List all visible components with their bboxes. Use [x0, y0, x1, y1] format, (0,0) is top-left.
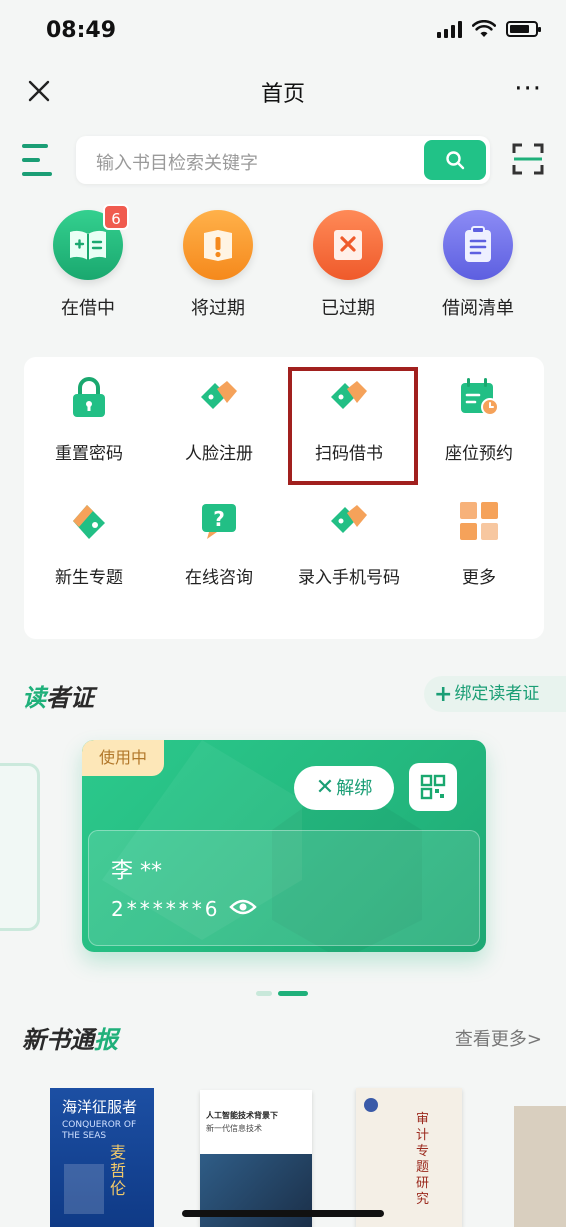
signal-icon	[437, 20, 462, 38]
home-indicator	[182, 1210, 384, 1217]
quick-label: 将过期	[191, 298, 245, 319]
card-info-panel: 李 ** 2******6	[88, 830, 480, 946]
service-enter-phone[interactable]: 录入手机号码	[284, 499, 414, 588]
quick-borrow-list[interactable]: 借阅清单	[428, 210, 528, 320]
close-icon: ✕	[315, 775, 335, 800]
borrow-list-icon	[443, 210, 513, 280]
bookmark-tag-icon	[73, 505, 105, 539]
bind-label: 绑定读者证	[454, 684, 540, 704]
title-accent: 读	[22, 684, 46, 712]
book-subtitle: 新一代信息技术	[206, 1124, 262, 1133]
book-title: 人工智能技术背景下	[206, 1111, 278, 1120]
service-label: 重置密码	[55, 444, 123, 464]
quick-label: 借阅清单	[442, 298, 514, 319]
service-freshman-topic[interactable]: 新生专题	[24, 499, 154, 588]
qr-code-button[interactable]	[409, 763, 457, 811]
highlight-box	[288, 367, 418, 485]
book-cover[interactable]: 审计专题研究	[356, 1088, 462, 1227]
card-status-badge: 使用中	[82, 740, 164, 776]
quick-label: 已过期	[321, 298, 375, 319]
service-more[interactable]: 更多	[414, 499, 544, 588]
publisher-logo	[364, 1098, 378, 1112]
carousel-dot-active[interactable]	[278, 991, 308, 996]
search-placeholder: 输入书目检索关键字	[96, 153, 258, 174]
service-seat-booking[interactable]: 座位预约	[414, 375, 544, 464]
eye-icon[interactable]	[229, 897, 257, 917]
carousel-dot[interactable]	[256, 991, 272, 996]
service-label: 更多	[462, 568, 496, 588]
tag-icon	[331, 505, 367, 533]
service-label: 座位预约	[445, 444, 513, 464]
title-accent: 报	[94, 1026, 118, 1054]
calendar-icon	[461, 378, 499, 416]
service-online-consult[interactable]: ? 在线咨询	[154, 499, 284, 588]
card-holder-name: 李 **	[111, 859, 162, 884]
reader-card-section-title: 读者证	[22, 678, 94, 713]
tag-icon	[201, 381, 237, 409]
service-label: 新生专题	[55, 568, 123, 588]
title-text: 新书通	[22, 1026, 94, 1054]
scan-icon[interactable]	[512, 143, 544, 175]
more-button[interactable]: ···	[514, 74, 542, 104]
service-grid: 重置密码 人脸注册 扫码借书 座位预约 新生专题 ? 在线咨询 录入手机号码 更…	[24, 357, 544, 639]
svg-text:?: ?	[213, 507, 225, 531]
question-icon: ?	[202, 504, 236, 539]
borrowing-badge: 6	[103, 204, 129, 230]
page-title: 首页	[260, 82, 305, 107]
book-subtitle: CONQUEROR OF THE SEAS	[62, 1120, 137, 1141]
view-more-link[interactable]: 查看更多>	[455, 1025, 542, 1051]
qr-code-icon	[420, 774, 446, 800]
previous-card-peek[interactable]	[0, 763, 40, 931]
expiring-icon	[183, 210, 253, 280]
book-author: 麦哲伦	[110, 1143, 127, 1198]
quick-label: 在借中	[61, 298, 115, 319]
quick-expiring[interactable]: 将过期	[168, 210, 268, 320]
service-face-register[interactable]: 人脸注册	[154, 375, 284, 464]
book-cover[interactable]	[514, 1106, 566, 1227]
new-books-section-title: 新书通报	[22, 1020, 118, 1055]
search-button[interactable]	[424, 140, 486, 180]
lock-icon	[73, 377, 105, 417]
unbind-button[interactable]: ✕ 解绑	[294, 766, 394, 810]
status-icons	[437, 20, 541, 38]
quick-expired[interactable]: 已过期	[298, 210, 398, 320]
service-reset-password[interactable]: 重置密码	[24, 375, 154, 464]
book-title: 审计专题研究	[416, 1112, 430, 1207]
bind-reader-card-button[interactable]: + 绑定读者证	[424, 676, 566, 712]
reader-card[interactable]: 使用中 ✕ 解绑 李 ** 2******6	[82, 740, 486, 952]
title-text: 者证	[46, 684, 94, 712]
nav-bar: 首页 ···	[0, 62, 566, 120]
menu-icon[interactable]	[22, 142, 54, 178]
card-number: 2******6	[111, 897, 221, 921]
quick-actions: 6 在借中 将过期 已过期 借阅清单	[0, 204, 566, 330]
borrowing-icon: 6	[53, 204, 129, 280]
battery-icon	[506, 21, 541, 37]
wifi-icon	[472, 20, 496, 37]
service-label: 在线咨询	[185, 568, 253, 588]
status-bar: 08:49	[0, 0, 566, 62]
status-time: 08:49	[46, 18, 117, 43]
cover-art	[64, 1164, 104, 1214]
carousel-dots	[256, 991, 308, 996]
service-label: 录入手机号码	[298, 568, 400, 588]
quick-borrowing[interactable]: 6 在借中	[38, 204, 138, 320]
expired-icon	[313, 210, 383, 280]
book-title: 海洋征服者	[62, 1098, 138, 1116]
search-icon	[446, 151, 465, 170]
unbind-label: 解绑	[336, 778, 373, 799]
search-input[interactable]: 输入书目检索关键字	[76, 136, 490, 184]
grid-icon	[460, 502, 498, 540]
book-cover[interactable]: 海洋征服者 CONQUEROR OF THE SEAS 麦哲伦	[50, 1088, 154, 1227]
book-cover[interactable]: 人工智能技术背景下 新一代信息技术	[200, 1090, 312, 1227]
plus-icon: +	[434, 682, 453, 707]
service-label: 人脸注册	[185, 444, 253, 464]
